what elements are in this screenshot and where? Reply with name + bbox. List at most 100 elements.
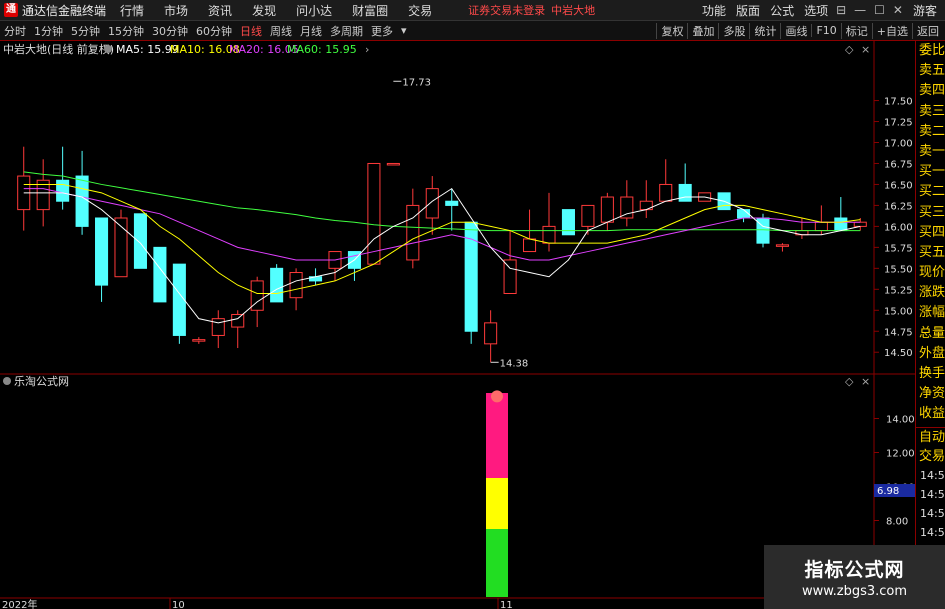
period-daily[interactable]: 日线 [236, 23, 266, 39]
candle [231, 313, 245, 328]
price-tick-label-7: 15.75 [884, 243, 913, 254]
price-tick-label-6: 16.00 [884, 222, 913, 233]
side-item-18[interactable]: 收益 [916, 404, 945, 424]
indicator-bar-segment [486, 393, 508, 478]
period-15min[interactable]: 15分钟 [104, 23, 148, 39]
price-tick-label-4: 16.50 [884, 180, 913, 191]
period-1min[interactable]: 1分钟 [30, 23, 67, 39]
side-item-5[interactable]: 卖一 [916, 142, 945, 162]
user-guest[interactable]: 游客 [913, 2, 937, 19]
period-5min[interactable]: 5分钟 [67, 23, 104, 39]
side-item-17[interactable]: 净资 [916, 384, 945, 404]
side-item-13[interactable]: 涨幅 [916, 303, 945, 323]
kline-chart[interactable]: 中岩大地(日线 前复权) MA5: 15.99 MA10: 16.08 MA20… [0, 41, 915, 609]
main-panel-diamond-icon[interactable]: ◇ [845, 43, 854, 56]
ma5-line [23, 187, 861, 324]
candle [503, 259, 517, 294]
period-multi[interactable]: 多周期 [326, 23, 367, 39]
maximize-icon[interactable]: ☐ [874, 3, 885, 17]
period-tick[interactable]: 分时 [0, 23, 30, 39]
overlay-button[interactable]: 叠加 [687, 22, 718, 39]
period-60min[interactable]: 60分钟 [192, 23, 236, 39]
side-item-4[interactable]: 卖二 [916, 122, 945, 142]
price-axis: 17.50 17.25 17.00 16.75 16.50 16.25 16.00 15.75… [874, 97, 913, 359]
candle [211, 318, 225, 336]
side-item-9[interactable]: 买四 [916, 223, 945, 243]
menu-trade[interactable]: 交易 [408, 2, 432, 19]
side-item-14[interactable]: 总量 [916, 324, 945, 344]
draw-line-button[interactable]: 画线 [780, 22, 811, 39]
side-item-1[interactable]: 卖五 [916, 61, 945, 81]
menu-news[interactable]: 资讯 [208, 2, 232, 19]
side-item-10[interactable]: 买五 [916, 243, 945, 263]
menu-options[interactable]: 选项 [804, 2, 828, 19]
side-item-16[interactable]: 换手 [916, 364, 945, 384]
candle [620, 196, 634, 219]
side-item-7[interactable]: 买二 [916, 182, 945, 202]
adjust-button[interactable]: 复权 [656, 22, 687, 39]
price-tick-label-3: 16.75 [884, 159, 913, 170]
indicator-tick-label-1: 12.00 [886, 449, 915, 460]
x-label-nov: 11 [500, 600, 513, 609]
sub-chart-header: 乐淘公式网 [14, 375, 69, 388]
x-label-oct: 10 [172, 600, 185, 609]
side-item-0[interactable]: 委比 [916, 41, 945, 61]
side-trades[interactable]: 交易 [916, 447, 945, 466]
ma-settings-icon[interactable] [104, 45, 112, 53]
indicator-top-dot-icon [491, 390, 503, 403]
title-bar: 通 通达信金融终端 行情 市场 资讯 发现 问小达 财富圈 交易 证券交易未登录… [0, 0, 945, 21]
ma-lines-group [23, 171, 861, 324]
low-price-label: 14.38 [500, 358, 529, 369]
candle [95, 217, 109, 286]
menu-layout[interactable]: 版面 [736, 2, 760, 19]
price-tick-label-11: 14.75 [884, 327, 913, 338]
sub-panel-close-icon[interactable]: × [861, 375, 870, 388]
candle [367, 162, 381, 265]
candle [445, 200, 459, 206]
period-weekly[interactable]: 周线 [266, 23, 296, 39]
sub-panel-diamond-icon[interactable]: ◇ [845, 375, 854, 388]
watermark-box: 指标公式网 www.zbgs3.com [764, 545, 945, 609]
add-watchlist-button[interactable]: +自选 [871, 22, 912, 39]
back-button[interactable]: 返回 [912, 22, 943, 39]
period-monthly[interactable]: 月线 [296, 23, 326, 39]
sub-settings-icon[interactable] [3, 377, 11, 385]
candle [523, 238, 537, 253]
menu-markets[interactable]: 市场 [164, 2, 188, 19]
menu-wealth[interactable]: 财富圈 [352, 2, 388, 19]
minimize-icon[interactable]: — [854, 3, 866, 17]
layout-icon[interactable]: ⊟ [836, 3, 846, 17]
main-panel-close-icon[interactable]: × [861, 43, 870, 56]
side-item-6[interactable]: 买一 [916, 162, 945, 182]
login-warning[interactable]: 证券交易未登录 [468, 2, 545, 18]
side-item-2[interactable]: 卖四 [916, 81, 945, 101]
ma-more-icon[interactable]: › [365, 43, 369, 56]
close-icon[interactable]: ✕ [893, 3, 903, 17]
candle [678, 183, 692, 202]
menu-formula[interactable]: 公式 [770, 2, 794, 19]
candle [289, 272, 303, 299]
side-item-8[interactable]: 买三 [916, 203, 945, 223]
menu-discover[interactable]: 发现 [252, 2, 276, 19]
side-auto[interactable]: 自动 [916, 428, 945, 447]
period-30min[interactable]: 30分钟 [148, 23, 192, 39]
candle [172, 263, 186, 336]
side-item-3[interactable]: 卖三 [916, 102, 945, 122]
side-item-15[interactable]: 外盘 [916, 344, 945, 364]
ma20-line [23, 188, 861, 261]
more-dropdown-icon[interactable]: ▾ [397, 24, 411, 37]
period-more[interactable]: 更多 [367, 23, 397, 39]
side-item-11[interactable]: 现价 [916, 263, 945, 283]
indicator-price-tag-text: 6.98 [877, 486, 899, 497]
candle [639, 200, 653, 211]
menu-market[interactable]: 行情 [120, 2, 144, 19]
trade-time-3: 14:56 [920, 525, 945, 539]
price-tick-label-8: 15.50 [884, 264, 913, 275]
multi-stock-button[interactable]: 多股 [718, 22, 749, 39]
menu-ask[interactable]: 问小达 [296, 2, 332, 19]
f10-button[interactable]: F10 [811, 24, 840, 37]
side-item-12[interactable]: 涨跌 [916, 283, 945, 303]
mark-button[interactable]: 标记 [840, 22, 872, 39]
menu-function[interactable]: 功能 [702, 2, 726, 19]
statistics-button[interactable]: 统计 [749, 22, 780, 39]
